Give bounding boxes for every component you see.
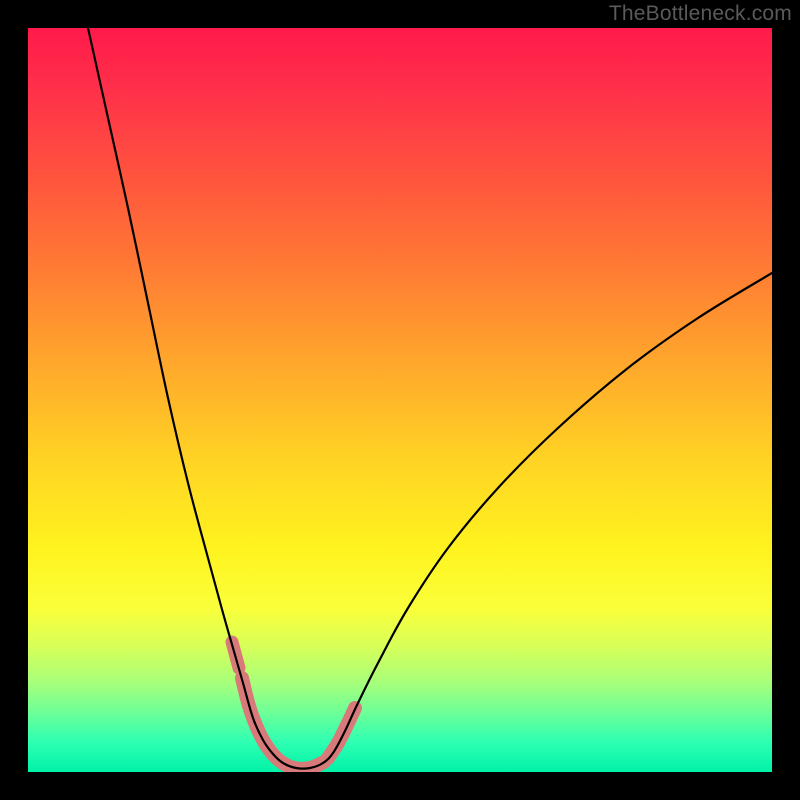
main-curve [88,28,772,769]
watermark-text: TheBottleneck.com [609,2,792,26]
highlight-group [232,642,355,769]
curve-group [88,28,772,769]
curve-layer [28,28,772,772]
plot-area [28,28,772,772]
chart-frame: TheBottleneck.com [0,0,800,800]
